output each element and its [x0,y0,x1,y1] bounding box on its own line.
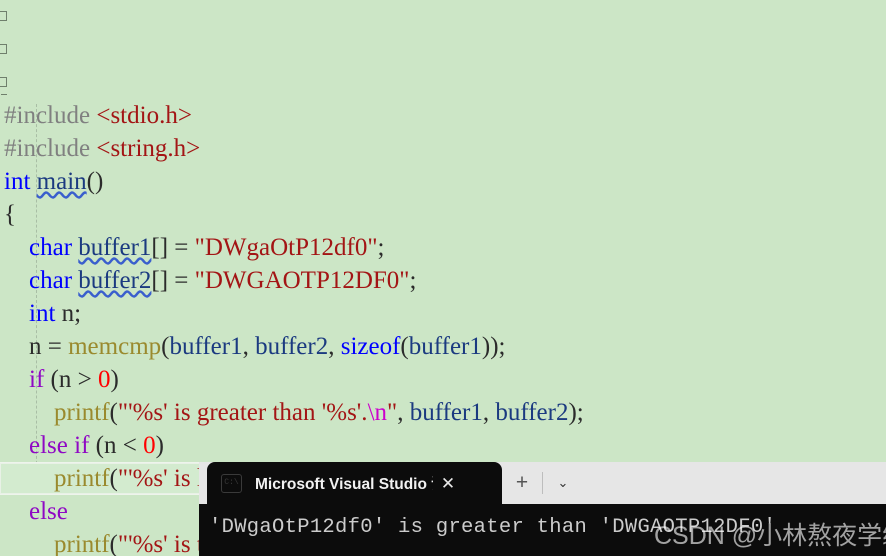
terminal-output-line: 'DWgaOtP12df0' is greater than 'DWGAOTP1… [209,516,777,539]
code-line[interactable]: else if (n < 0) [0,429,886,462]
terminal-titlebar[interactable]: C:\ Microsoft Visual Studio 调试控制台 ✕ + ⌄ [199,462,886,504]
code-token: , [397,399,410,426]
code-line[interactable]: char buffer2[] = "DWGAOTP12DF0"; [0,264,886,297]
code-token: printf [54,465,110,492]
code-line[interactable]: char buffer1[] = "DWgaOtP12df0"; [0,231,886,264]
code-line[interactable]: int main() [0,165,886,198]
code-token: ); [568,399,584,426]
code-token: <string.h> [96,135,201,162]
code-line[interactable]: { [0,198,886,231]
code-token: if [29,366,45,393]
code-token: ) [110,366,119,393]
code-token: [] = [151,234,195,261]
code-token: int [4,168,31,195]
code-token: " [387,399,398,426]
code-token: buffer2 [495,399,569,426]
code-token: sizeof [340,333,401,360]
code-token: ; [377,234,385,261]
code-token: buffer1 [169,333,243,360]
terminal-tab[interactable]: C:\ Microsoft Visual Studio 调试控制台 ✕ [207,462,502,504]
code-line[interactable]: #include <stdio.h> [0,99,886,132]
terminal-tab-title: Microsoft Visual Studio 调试控制台 [255,476,433,493]
code-token: , [242,333,256,360]
code-token: "DWgaOtP12df0" [194,234,378,261]
code-token: 0 [97,366,111,393]
code-line[interactable]: printf("'%s' is greater than '%s'.\n", b… [0,396,886,429]
new-tab-button[interactable]: + [502,462,542,504]
code-token: \n [367,399,388,426]
fold-marker-icon[interactable] [0,11,7,21]
code-token: ( [400,333,409,360]
code-token: main [36,168,87,195]
code-token: ( [109,399,118,426]
chevron-down-icon[interactable]: ⌄ [543,462,583,504]
code-token: , [328,333,341,360]
code-token: [] = [151,267,195,294]
code-token: char [29,234,73,261]
screen-root: #include <stdio.h> #include <string.h> int… [0,0,886,556]
code-token: "DWGAOTP12DF0" [194,267,410,294]
code-token: ( [109,465,118,492]
code-token: () [86,168,104,195]
code-token: ; [409,267,417,294]
code-token: ) [155,432,164,459]
code-token: char [29,267,73,294]
code-token: (n > [44,366,98,393]
fold-marker-icon[interactable] [0,77,7,87]
code-token: { [4,201,16,228]
code-token: buffer2 [255,333,329,360]
code-token: <stdio.h> [96,102,192,129]
code-token: memcmp [68,333,162,360]
code-token: buffer1 [78,234,152,261]
code-token: printf [54,399,110,426]
code-token: else if [29,432,90,459]
code-token: buffer1 [409,399,483,426]
code-token: 0 [143,432,156,459]
code-line[interactable]: #include <string.h> [0,132,886,165]
terminal-body[interactable]: 'DWgaOtP12df0' is greater than 'DWGAOTP1… [199,504,886,556]
code-token: buffer2 [78,267,152,294]
code-token: printf [54,531,110,556]
console-icon: C:\ [221,473,242,493]
terminal-window[interactable]: C:\ Microsoft Visual Studio 调试控制台 ✕ + ⌄ … [199,462,886,556]
code-token: #include [4,135,97,162]
code-token: (n < [89,432,144,459]
code-token: int [29,300,56,327]
code-token: #include [4,102,97,129]
fold-connector [1,94,7,95]
close-icon[interactable]: ✕ [433,475,463,492]
code-token: , [482,399,496,426]
code-token: "'%s' is greater than '%s'. [117,399,368,426]
code-token: buffer1 [408,333,482,360]
code-line[interactable]: int n; [0,297,886,330]
code-token: n; [55,300,82,327]
code-token: else [29,498,68,525]
fold-marker-icon[interactable] [0,44,7,54]
code-line[interactable]: if (n > 0) [0,363,886,396]
code-line[interactable]: n = memcmp(buffer1, buffer2, sizeof(buff… [0,330,886,363]
code-token: ( [109,531,118,556]
code-token: n = [29,333,69,360]
code-token: )); [481,333,506,360]
